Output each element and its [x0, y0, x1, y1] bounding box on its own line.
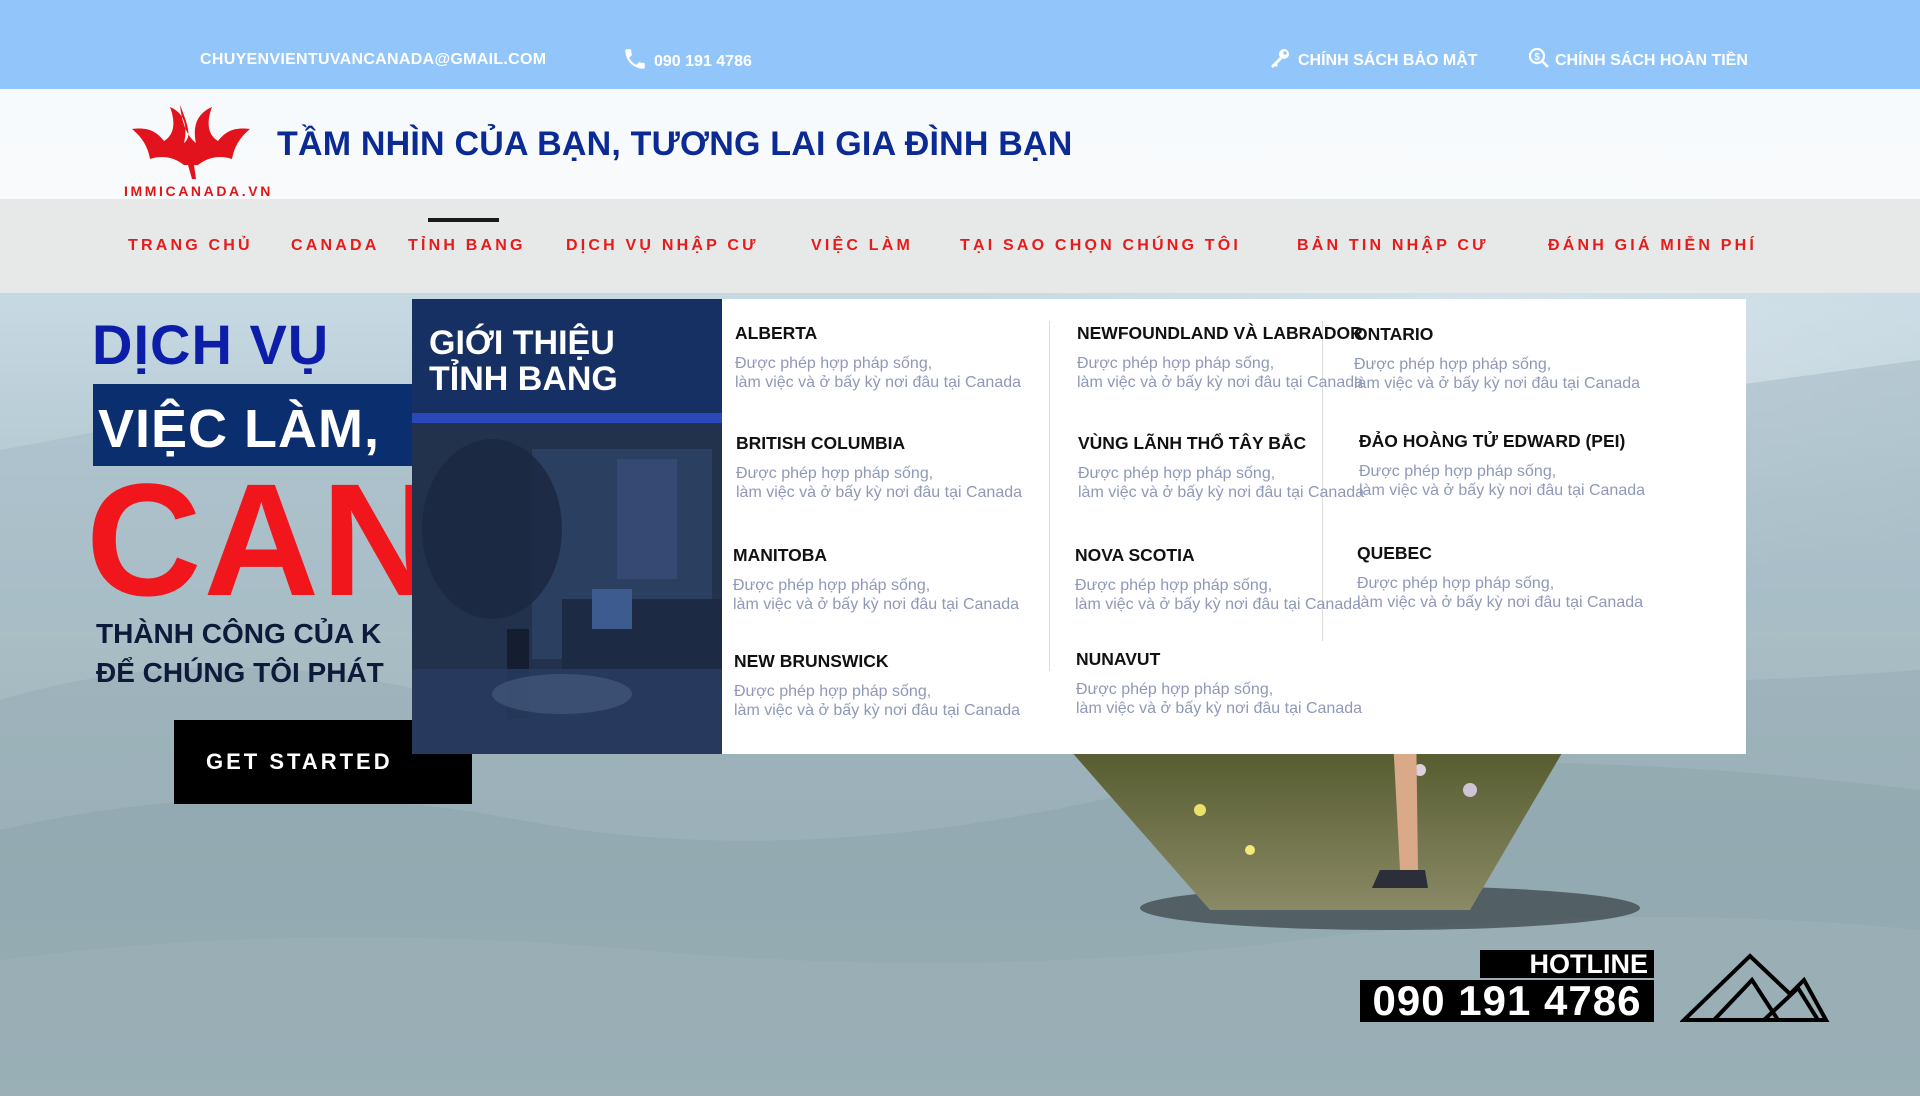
mega-menu-title-stripe — [412, 413, 722, 423]
province-desc: Được phép hợp pháp sống, làm việc và ở bấ… — [1357, 575, 1644, 611]
hero-heading-line3: CAN — [86, 450, 439, 629]
province-name: ALBERTA — [735, 323, 818, 343]
topbar-phone-number: 090 191 4786 — [654, 52, 752, 70]
nav-item-danh-gia-mien-phi[interactable]: ĐÁNH GIÁ MIỄN PHÍ — [1548, 237, 1757, 255]
contact-email[interactable]: CHUYENVIENTUVANCANADA@GMAIL.COM — [200, 51, 546, 69]
hero-subtitle-line1: THÀNH CÔNG CỦA K — [96, 618, 382, 649]
provinces-mega-menu: GIỚI THIỆU TỈNH BANG ALBERTA Được phép h… — [412, 299, 1746, 754]
column-divider — [1049, 321, 1050, 671]
privacy-policy-label: CHÍNH SÁCH BẢO MẬT — [1298, 51, 1478, 69]
province-name: MANITOBA — [733, 545, 827, 565]
nav-active-indicator — [428, 218, 499, 222]
maple-leaf-icon — [132, 105, 250, 179]
nav-item-canada[interactable]: CANADA — [291, 237, 380, 255]
hotline-number[interactable]: 090 191 4786 — [1360, 980, 1654, 1022]
province-northwest-territories[interactable]: VÙNG LÃNH THỔ TÂY BẮC Được phép hợp pháp… — [1078, 433, 1364, 502]
site-logo[interactable]: IMMICANADA.VN — [122, 95, 302, 199]
nav-item-tinh-bang[interactable]: TỈNH BANG — [408, 237, 526, 255]
province-nunavut[interactable]: NUNAVUT Được phép hợp pháp sống, làm việc… — [1076, 649, 1362, 718]
province-name: NEWFOUNDLAND VÀ LABRADOR — [1077, 323, 1363, 343]
hero-subtitle-line2: ĐỂ CHÚNG TÔI PHÁT — [96, 657, 384, 688]
province-ontario[interactable]: ONTARIO Được phép hợp pháp sống, làm việc… — [1354, 324, 1640, 393]
svg-text:$: $ — [1534, 52, 1540, 63]
mega-menu-feature-panel: GIỚI THIỆU TỈNH BANG — [412, 299, 722, 754]
province-manitoba[interactable]: MANITOBA Được phép hợp pháp sống, làm việ… — [733, 545, 1019, 614]
hotline-label: HOTLINE — [1480, 950, 1654, 978]
hero-heading-line1: DỊCH VỤ — [92, 313, 330, 376]
province-desc: Được phép hợp pháp sống, làm việc và ở bấ… — [1075, 577, 1362, 613]
mega-menu-title: GIỚI THIỆU TỈNH BANG — [429, 324, 618, 398]
mountain-icon — [1679, 952, 1830, 1029]
phone-icon — [622, 46, 648, 77]
refund-policy-label: CHÍNH SÁCH HOÀN TIỀN — [1555, 51, 1748, 69]
nav-item-trang-chu[interactable]: TRANG CHỦ — [128, 237, 253, 255]
province-desc: Được phép hợp pháp sống, làm việc và ở bấ… — [733, 577, 1020, 613]
header-slogan: TẦM NHÌN CỦA BẠN, TƯƠNG LAI GIA ĐÌNH BẠN — [277, 125, 1073, 163]
province-name: QUEBEC — [1357, 543, 1432, 563]
nav-item-viec-lam[interactable]: VIỆC LÀM — [811, 237, 913, 255]
province-name: NUNAVUT — [1076, 649, 1161, 669]
province-desc: Được phép hợp pháp sống, làm việc và ở bấ… — [735, 355, 1022, 391]
province-name: ĐẢO HOÀNG TỬ EDWARD (PEI) — [1359, 431, 1626, 451]
province-prince-edward-island[interactable]: ĐẢO HOÀNG TỬ EDWARD (PEI) Được phép hợp … — [1359, 431, 1645, 500]
site-header: IMMICANADA.VN TẦM NHÌN CỦA BẠN, TƯƠNG LA… — [0, 89, 1920, 199]
refund-policy-link[interactable]: $ CHÍNH SÁCH HOÀN TIỀN — [1527, 46, 1748, 75]
province-name: ONTARIO — [1354, 324, 1434, 344]
province-quebec[interactable]: QUEBEC Được phép hợp pháp sống, làm việc … — [1357, 543, 1643, 612]
province-name: NEW BRUNSWICK — [734, 651, 889, 671]
refund-search-icon: $ — [1527, 46, 1551, 75]
main-navigation: TRANG CHỦ CANADA TỈNH BANG DỊCH VỤ NHẬP … — [0, 199, 1920, 293]
nav-item-tai-sao-chon-chung-toi[interactable]: TẠI SAO CHỌN CHÚNG TÔI — [960, 237, 1241, 255]
topbar-phone[interactable]: 090 191 4786 — [622, 46, 752, 77]
province-new-brunswick[interactable]: NEW BRUNSWICK Được phép hợp pháp sống, là… — [734, 651, 1020, 720]
province-alberta[interactable]: ALBERTA Được phép hợp pháp sống, làm việc… — [735, 323, 1021, 392]
province-desc: Được phép hợp pháp sống, làm việc và ở bấ… — [734, 683, 1021, 719]
privacy-policy-link[interactable]: CHÍNH SÁCH BẢO MẬT — [1268, 46, 1478, 75]
province-name: BRITISH COLUMBIA — [736, 433, 906, 453]
province-name: VÙNG LÃNH THỔ TÂY BẮC — [1078, 433, 1307, 453]
province-desc: Được phép hợp pháp sống, làm việc và ở bấ… — [1359, 463, 1646, 499]
top-bar: CHUYENVIENTUVANCANADA@GMAIL.COM 090 191 … — [0, 0, 1920, 89]
province-british-columbia[interactable]: BRITISH COLUMBIA Được phép hợp pháp sống… — [736, 433, 1022, 502]
province-name: NOVA SCOTIA — [1075, 545, 1195, 565]
province-newfoundland-labrador[interactable]: NEWFOUNDLAND VÀ LABRADOR Được phép hợp p… — [1077, 323, 1363, 392]
province-desc: Được phép hợp pháp sống, làm việc và ở bấ… — [1076, 681, 1363, 717]
province-desc: Được phép hợp pháp sống, làm việc và ở bấ… — [736, 465, 1023, 501]
province-desc: Được phép hợp pháp sống, làm việc và ở bấ… — [1354, 356, 1641, 392]
key-icon — [1268, 46, 1292, 75]
province-nova-scotia[interactable]: NOVA SCOTIA Được phép hợp pháp sống, làm … — [1075, 545, 1361, 614]
nav-item-dich-vu-nhap-cu[interactable]: DỊCH VỤ NHẬP CƯ — [566, 237, 759, 255]
province-desc: Được phép hợp pháp sống, làm việc và ở bấ… — [1077, 355, 1364, 391]
province-desc: Được phép hợp pháp sống, làm việc và ở bấ… — [1078, 465, 1365, 501]
nav-item-ban-tin-nhap-cu[interactable]: BẢN TIN NHẬP CƯ — [1297, 237, 1489, 255]
province-list-panel: ALBERTA Được phép hợp pháp sống, làm việc… — [722, 299, 1746, 754]
logo-text: IMMICANADA.VN — [124, 183, 273, 199]
